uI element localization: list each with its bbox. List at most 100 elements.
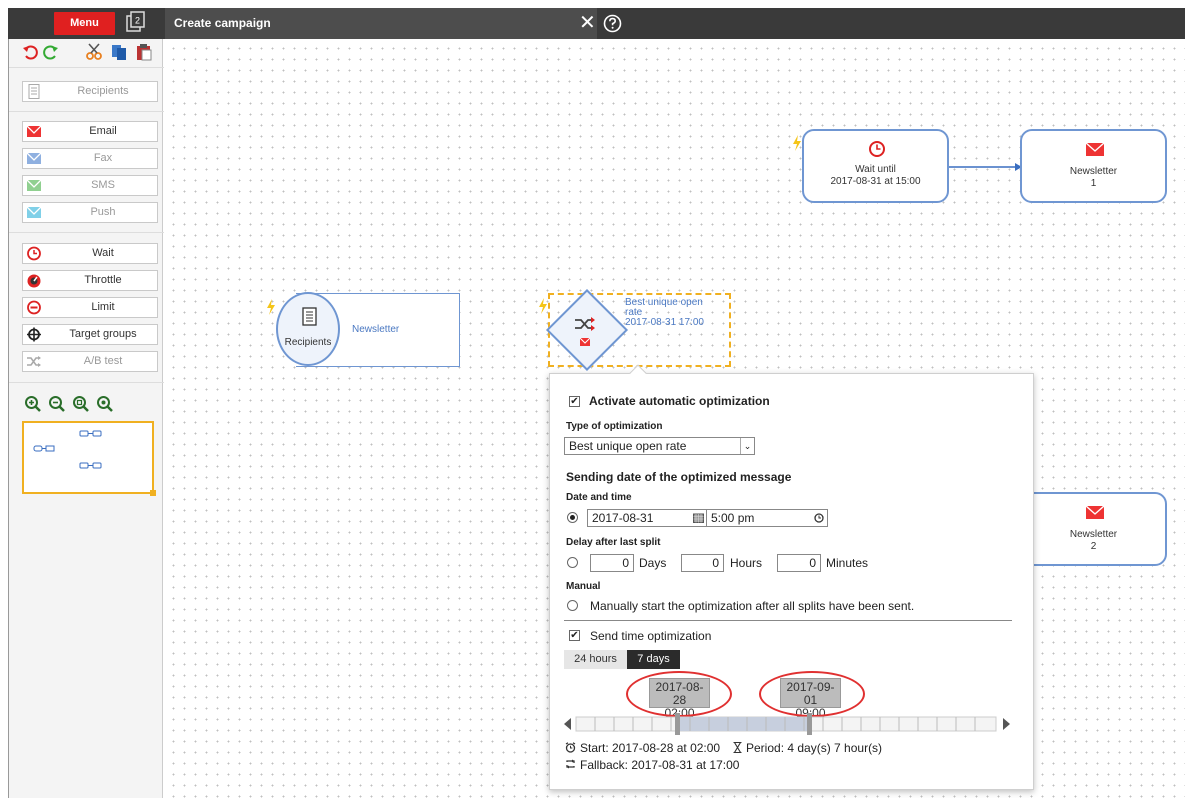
date-time-radio[interactable] (567, 512, 578, 523)
date-time-label: Date and time (566, 492, 632, 503)
scroll-right-icon (1003, 718, 1010, 730)
node-label: 1 (1090, 178, 1097, 189)
push-icon (26, 206, 42, 218)
zoom-reset-icon[interactable] (96, 395, 114, 413)
palette-label: Email (89, 125, 117, 137)
highlight-ellipse (759, 671, 865, 717)
node-label: 2 (1090, 541, 1097, 552)
palette-limit[interactable]: Limit (22, 297, 158, 318)
time-value: 5:00 pm (711, 511, 755, 525)
redo-icon[interactable] (41, 43, 59, 61)
time-input[interactable]: 5:00 pm (706, 509, 828, 527)
node-label: Newsletter (1069, 529, 1118, 540)
minimap-preview (33, 430, 102, 469)
trigger-bolt-icon (267, 299, 275, 315)
recipients-icon (28, 84, 40, 99)
days-input[interactable]: 0 (590, 554, 634, 572)
palette-label: Recipients (77, 85, 129, 97)
repeat-icon (566, 759, 575, 769)
newsletter-node-2[interactable]: Newsletter 2 (1020, 492, 1167, 566)
palette-wait[interactable]: Wait (22, 243, 158, 264)
zoom-in-icon[interactable] (24, 395, 42, 413)
close-icon[interactable]: ✕ (579, 13, 599, 33)
manual-label: Manual (566, 581, 601, 592)
undo-icon[interactable] (22, 43, 40, 61)
start-text: Start: 2017-08-28 at 02:00 (580, 741, 721, 755)
delay-radio[interactable] (567, 557, 578, 568)
campaign-title[interactable]: Create campaign (165, 8, 597, 39)
palette-label: Push (90, 206, 116, 218)
divider (564, 620, 1012, 621)
email-icon (26, 125, 42, 137)
send-time-optimization-checkbox[interactable]: ✔ (569, 630, 580, 641)
palette-push[interactable]: Push (22, 202, 158, 223)
node-label: Recipients (284, 337, 332, 348)
palette-label: Limit (91, 301, 115, 313)
tab-24-hours[interactable]: 24 hours (564, 650, 627, 669)
delay-label: Delay after last split (566, 537, 661, 548)
time-range-slider[interactable] (564, 713, 1010, 735)
highlight-ellipse (626, 671, 732, 717)
hours-input[interactable]: 0 (681, 554, 724, 572)
paste-icon[interactable] (135, 43, 153, 61)
copy-icon[interactable] (110, 43, 128, 61)
palette-sms[interactable]: SMS (22, 175, 158, 196)
clock-icon (27, 246, 41, 261)
tab-7-days[interactable]: 7 days (627, 650, 680, 669)
divider (9, 232, 164, 233)
menu-button[interactable]: Menu (54, 12, 115, 35)
recipients-node[interactable]: Recipients (276, 292, 340, 366)
minimap[interactable] (22, 421, 156, 496)
activate-optimization-checkbox[interactable]: ✔ (569, 396, 580, 407)
email-icon (1086, 143, 1104, 156)
divider (9, 111, 164, 112)
ab-node-line: 2017-08-31 17:00 (625, 317, 704, 328)
node-name: Newsletter (352, 324, 400, 335)
node-label: 2017-08-31 at 15:00 (830, 176, 921, 187)
divider (9, 67, 164, 68)
optimization-type-select[interactable]: Best unique open rate ⌄ (564, 437, 755, 455)
windows-icon[interactable]: 2 (126, 11, 146, 33)
divider (9, 382, 164, 383)
manual-radio[interactable] (567, 600, 578, 611)
limit-icon (27, 300, 41, 315)
palette-email[interactable]: Email (22, 121, 158, 142)
throttle-icon (27, 274, 41, 288)
fax-icon (26, 152, 42, 164)
help-icon[interactable] (603, 14, 622, 33)
cut-icon[interactable] (85, 43, 103, 61)
zoom-fit-icon[interactable] (72, 395, 90, 413)
sms-icon (26, 179, 42, 191)
clock-icon[interactable] (814, 513, 824, 523)
minimap-resize-handle[interactable] (150, 490, 156, 496)
date-input[interactable]: 2017-08-31 (587, 509, 708, 527)
target-icon (27, 327, 41, 342)
palette-ab-test[interactable]: A/B test (22, 351, 158, 372)
chevron-down-icon[interactable]: ⌄ (740, 438, 754, 454)
date-value: 2017-08-31 (592, 511, 654, 525)
shuffle-icon (575, 317, 595, 331)
newsletter-node-1[interactable]: Newsletter 1 (1020, 129, 1167, 203)
palette-target-groups[interactable]: Target groups (22, 324, 158, 345)
palette-label: Wait (92, 247, 114, 259)
ab-optimization-popup: ✔ Activate automatic optimization Type o… (549, 364, 1034, 790)
zoom-out-icon[interactable] (48, 395, 66, 413)
calendar-icon[interactable] (693, 513, 704, 523)
range-start-handle (675, 713, 680, 735)
palette-recipients[interactable]: Recipients (22, 81, 158, 102)
top-bar: Menu 2 Create campaign ✕ (8, 8, 1185, 39)
palette-fax[interactable]: Fax (22, 148, 158, 169)
email-icon (580, 338, 590, 346)
send-time-optimization-label: Send time optimization (590, 629, 712, 643)
palette-label: A/B test (83, 355, 123, 367)
activate-optimization-label: Activate automatic optimization (589, 394, 770, 408)
minutes-label: Minutes (826, 556, 869, 570)
palette-label: Throttle (84, 274, 122, 286)
fallback-text: Fallback: 2017-08-31 at 17:00 (580, 758, 740, 772)
palette-label: SMS (91, 179, 115, 191)
palette-throttle[interactable]: Throttle (22, 270, 158, 291)
wait-node[interactable]: Wait until 2017-08-31 at 15:00 (802, 129, 949, 203)
range-end-handle (807, 713, 812, 735)
minutes-input[interactable]: 0 (777, 554, 821, 572)
alarm-icon (565, 742, 576, 753)
